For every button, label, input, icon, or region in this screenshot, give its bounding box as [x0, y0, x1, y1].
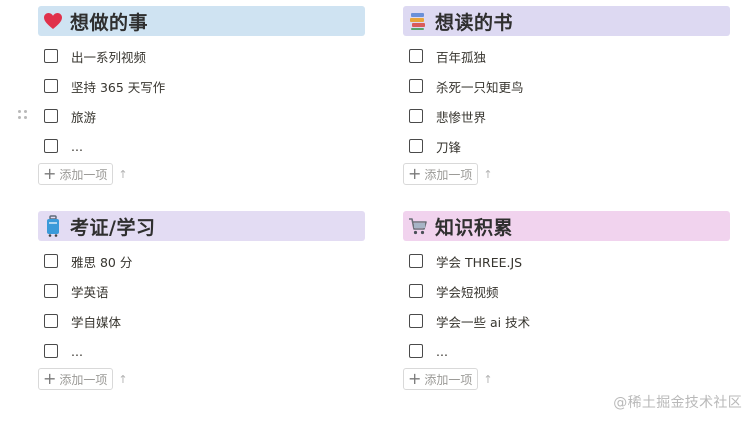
- section-header[interactable]: 想做的事: [38, 6, 365, 36]
- list-item: 学会 THREE.JS: [403, 246, 730, 276]
- item-label[interactable]: 刀锋: [436, 137, 461, 156]
- list-item: 悲惨世界: [403, 101, 730, 131]
- add-item-label: 添加一项: [424, 167, 473, 182]
- plus-icon: +: [408, 164, 422, 183]
- checkbox[interactable]: [409, 109, 423, 123]
- watermark: @稀土掘金技术社区: [613, 395, 742, 411]
- section-title: 知识积累: [435, 216, 514, 239]
- item-label[interactable]: 学会一些 ai 技术: [436, 312, 530, 331]
- section-study: 考证/学习 雅思 80 分 学英语 学自媒体 ... + 添加一项 ↑: [38, 211, 365, 390]
- section-title: 考证/学习: [70, 216, 156, 239]
- checkbox[interactable]: [44, 284, 58, 298]
- list-item: 学会短视频: [403, 276, 730, 306]
- checkbox[interactable]: [409, 284, 423, 298]
- item-label[interactable]: 百年孤独: [436, 47, 486, 66]
- checkbox[interactable]: [409, 79, 423, 93]
- checkbox[interactable]: [409, 254, 423, 268]
- item-label[interactable]: 杀死一只知更鸟: [436, 77, 524, 96]
- item-label[interactable]: 学会短视频: [436, 282, 499, 301]
- checkbox[interactable]: [409, 139, 423, 153]
- section-header[interactable]: 知识积累: [403, 211, 730, 241]
- item-label[interactable]: 旅游: [71, 107, 96, 126]
- books-icon: [407, 10, 429, 32]
- list-item: 坚持 365 天写作: [38, 71, 365, 101]
- arrow-up-icon[interactable]: ↑: [118, 168, 127, 181]
- arrow-up-icon[interactable]: ↑: [483, 373, 492, 386]
- arrow-up-icon[interactable]: ↑: [118, 373, 127, 386]
- list-item: 刀锋: [403, 131, 730, 161]
- plus-icon: +: [43, 369, 57, 388]
- drag-handle-icon[interactable]: [18, 110, 28, 122]
- list-item: ...: [38, 131, 365, 161]
- section-books: 想读的书 百年孤独 杀死一只知更鸟 悲惨世界 刀锋 + 添加一项 ↑: [403, 6, 730, 185]
- section-header[interactable]: 考证/学习: [38, 211, 365, 241]
- section-title: 想做的事: [70, 11, 149, 34]
- add-item-label: 添加一项: [59, 167, 108, 182]
- shopping-cart-icon: [407, 215, 429, 237]
- plus-icon: +: [408, 369, 422, 388]
- item-label[interactable]: ...: [436, 344, 448, 359]
- list-item: ...: [403, 336, 730, 366]
- add-item-label: 添加一项: [424, 372, 473, 387]
- list-item: 学会一些 ai 技术: [403, 306, 730, 336]
- luggage-icon: [42, 215, 64, 237]
- section-todo: 想做的事 出一系列视频 坚持 365 天写作 旅游 ... + 添加一项 ↑: [18, 6, 365, 185]
- arrow-up-icon[interactable]: ↑: [483, 168, 492, 181]
- item-label[interactable]: 悲惨世界: [436, 107, 486, 126]
- section-title: 想读的书: [435, 11, 514, 34]
- heart-icon: [42, 10, 64, 32]
- item-label[interactable]: 学自媒体: [71, 312, 121, 331]
- checkbox[interactable]: [44, 109, 58, 123]
- checkbox[interactable]: [44, 139, 58, 153]
- list-item: 旅游: [18, 101, 365, 131]
- add-item-button[interactable]: + 添加一项: [38, 368, 114, 390]
- checkbox[interactable]: [44, 344, 58, 358]
- add-item-button[interactable]: + 添加一项: [403, 163, 479, 185]
- section-header[interactable]: 想读的书: [403, 6, 730, 36]
- list-item: 百年孤独: [403, 41, 730, 71]
- section-knowledge: 知识积累 学会 THREE.JS 学会短视频 学会一些 ai 技术 ... + …: [403, 211, 730, 390]
- checkbox[interactable]: [44, 79, 58, 93]
- checkbox[interactable]: [409, 344, 423, 358]
- item-label[interactable]: 雅思 80 分: [71, 252, 132, 271]
- item-label[interactable]: 出一系列视频: [71, 47, 146, 66]
- checkbox[interactable]: [44, 49, 58, 63]
- list-item: 学自媒体: [38, 306, 365, 336]
- list-item: 出一系列视频: [38, 41, 365, 71]
- checkbox[interactable]: [44, 314, 58, 328]
- checkbox[interactable]: [409, 314, 423, 328]
- item-label[interactable]: ...: [71, 344, 83, 359]
- item-label[interactable]: 坚持 365 天写作: [71, 77, 165, 96]
- add-item-button[interactable]: + 添加一项: [403, 368, 479, 390]
- add-item-label: 添加一项: [59, 372, 108, 387]
- list-item: 学英语: [38, 276, 365, 306]
- checkbox[interactable]: [44, 254, 58, 268]
- add-item-button[interactable]: + 添加一项: [38, 163, 114, 185]
- plus-icon: +: [43, 164, 57, 183]
- list-item: ...: [38, 336, 365, 366]
- item-label[interactable]: ...: [71, 139, 83, 154]
- list-item: 杀死一只知更鸟: [403, 71, 730, 101]
- item-label[interactable]: 学会 THREE.JS: [436, 252, 522, 271]
- checkbox[interactable]: [409, 49, 423, 63]
- item-label[interactable]: 学英语: [71, 282, 109, 301]
- list-item: 雅思 80 分: [38, 246, 365, 276]
